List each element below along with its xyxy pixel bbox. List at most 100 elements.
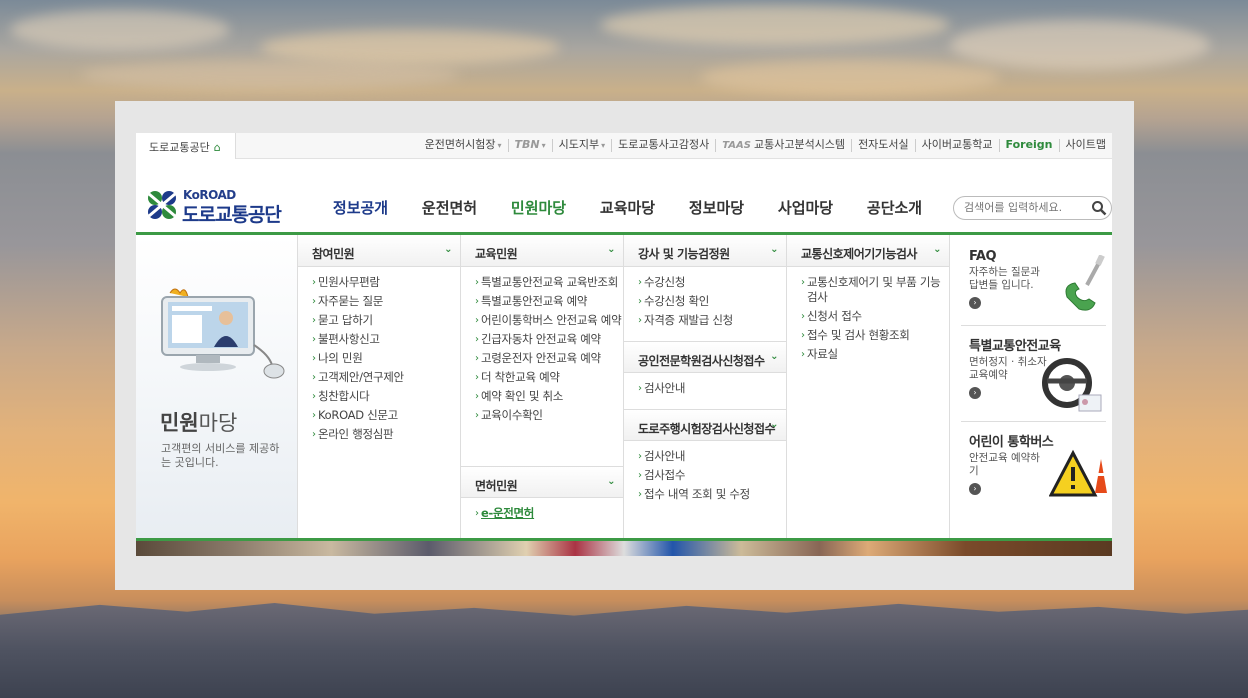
menu-item[interactable]: 검사안내 [638, 381, 786, 396]
link-branches[interactable]: 시도지부 [551, 139, 612, 152]
menu-item[interactable]: 자주묻는 질문 [312, 294, 460, 309]
column-header[interactable]: 교육민원 ⌄ [461, 235, 623, 267]
menu-item[interactable]: 접수 내역 조회 및 수정 [638, 487, 786, 502]
menu-item[interactable]: 예약 확인 및 취소 [475, 389, 623, 404]
promo-description: 안전교육 예약하기 [969, 452, 1040, 477]
menu-item[interactable]: 불편사항신고 [312, 332, 460, 347]
chevron-down-icon: ⌄ [607, 244, 615, 255]
website: 도로교통공단⌂ 운전면허시험장 TBN 시도지부 도로교통사고감정사 TAAS교… [136, 133, 1112, 556]
menu-column-participation: 참여민원 ⌄ 민원사무편람 자주묻는 질문 묻고 답하기 불편사항신고 나의 민원… [298, 235, 461, 538]
chevron-down-icon: ⌄ [444, 244, 452, 255]
menu-item[interactable]: 신청서 접수 [801, 309, 949, 324]
menu-item[interactable]: 수강신청 [638, 275, 786, 290]
more-arrow-icon[interactable]: › [969, 297, 981, 309]
nav-drivers-license[interactable]: 운전면허 [405, 197, 494, 218]
more-arrow-icon[interactable]: › [969, 483, 981, 495]
nav-civil-service[interactable]: 민원마당 [494, 197, 583, 218]
column-subheader[interactable]: 도로주행시험장검사신청접수 ⌄ [624, 409, 786, 441]
column-subheader[interactable]: 면허민원 ⌄ [461, 466, 623, 498]
promo-school-bus[interactable]: 어린이 통학버스 안전교육 예약하기 › [969, 431, 1109, 497]
menu-item[interactable]: 검사안내 [638, 449, 786, 464]
menu-item[interactable]: 긴급자동차 안전교육 예약 [475, 332, 623, 347]
steering-wheel-icon [1042, 358, 1102, 412]
menu-item[interactable]: 자격증 재발급 신청 [638, 313, 786, 328]
link-taas[interactable]: TAAS 교통사고분석시스템 [715, 139, 851, 152]
menu-item[interactable]: 교통신호제어기 및 부품 기능검사 [801, 275, 949, 305]
chevron-down-icon: ⌄ [933, 244, 941, 255]
menu-item[interactable]: 칭찬합시다 [312, 389, 460, 404]
home-tab[interactable]: 도로교통공단 ⌂ [136, 133, 236, 159]
column-header-label: 교통신호제어기기능검사 [801, 247, 917, 261]
menu-item[interactable]: 고객제안/연구제안 [312, 370, 460, 385]
divider [961, 325, 1106, 326]
home-icon: ⌂ [213, 141, 221, 154]
menu-item[interactable]: 접수 및 검사 현황조회 [801, 328, 949, 343]
search-box [953, 196, 1112, 220]
utility-links: 운전면허시험장 TBN 시도지부 도로교통사고감정사 TAAS교통사고분석시스템… [419, 139, 1112, 152]
promo-faq[interactable]: FAQ 자주하는 질문과 답변들 입니다. › [969, 249, 1109, 311]
cloud [600, 5, 950, 45]
nav-info-disclosure[interactable]: 정보공개 [316, 197, 405, 218]
menu-item[interactable]: KoROAD 신문고 [312, 408, 460, 423]
divider [961, 421, 1106, 422]
column-subheader[interactable]: 공인전문학원검사신청접수 ⌄ [624, 341, 786, 373]
column-header[interactable]: 교통신호제어기기능검사 ⌄ [787, 235, 949, 267]
more-arrow-icon[interactable]: › [969, 387, 981, 399]
section-intro: 민원마당 고객편의 서비스를 제공하는 곳입니다. [136, 235, 298, 538]
link-e-library[interactable]: 전자도서실 [851, 139, 915, 152]
cloud [80, 60, 460, 90]
logo-korean: 도로교통공단 [182, 204, 282, 226]
menu-item[interactable]: 묻고 답하기 [312, 313, 460, 328]
promo-title: 어린이 통학버스 [969, 435, 1054, 450]
menu-item[interactable]: 수강신청 확인 [638, 294, 786, 309]
link-test-center[interactable]: 운전면허시험장 [419, 139, 508, 152]
link-accident-appraiser[interactable]: 도로교통사고감정사 [611, 139, 715, 152]
menu-item[interactable]: 온라인 행정심판 [312, 427, 460, 442]
menu-item[interactable]: 자료실 [801, 347, 949, 362]
nav-information[interactable]: 정보마당 [672, 197, 761, 218]
menu-column-signal-inspection: 교통신호제어기기능검사 ⌄ 교통신호제어기 및 부품 기능검사 신청서 접수 접수… [787, 235, 950, 538]
cloud [700, 60, 1000, 95]
mega-menu: 민원마당 고객편의 서비스를 제공하는 곳입니다. 참여민원 ⌄ 민원사무편람 자… [136, 235, 1112, 538]
menu-column-instructors: 강사 및 기능검정원 ⌄ 수강신청 수강신청 확인 자격증 재발급 신청 공인전문… [624, 235, 787, 538]
menu-item[interactable]: 어린이통학버스 안전교육 예약 [475, 313, 623, 328]
promo-title: 특별교통안전교육 [969, 339, 1061, 354]
column-subheader-label: 도로주행시험장검사신청접수 [638, 422, 776, 436]
nav-education[interactable]: 교육마당 [583, 197, 672, 218]
nav-business[interactable]: 사업마당 [761, 197, 850, 218]
link-foreign[interactable]: Foreign [998, 139, 1059, 152]
column-subheader-label: 공인전문학원검사신청접수 [638, 354, 765, 368]
link-cyber-school[interactable]: 사이버교통학교 [914, 139, 999, 152]
link-tbn[interactable]: TBN [507, 139, 552, 152]
column-header[interactable]: 참여민원 ⌄ [298, 235, 460, 267]
menu-item[interactable]: 나의 민원 [312, 351, 460, 366]
chevron-down-icon: ⌄ [607, 476, 615, 487]
hero-image-strip [136, 541, 1112, 556]
menu-item[interactable]: 더 착한교육 예약 [475, 370, 623, 385]
menu-item[interactable]: 고령운전자 안전교육 예약 [475, 351, 623, 366]
chevron-down-icon: ⌄ [770, 244, 778, 255]
home-tab-label: 도로교통공단 [149, 141, 210, 154]
menu-item[interactable]: 교육이수확인 [475, 408, 623, 423]
menu-item[interactable]: 특별교통안전교육 예약 [475, 294, 623, 309]
promo-special-education[interactable]: 특별교통안전교육 면허정지 · 취소자 교육예약 › [969, 335, 1109, 412]
cloud [950, 20, 1210, 70]
column-subheader-label: 면허민원 [475, 479, 518, 493]
section-title-bold: 민원 [160, 411, 199, 435]
search-icon[interactable] [1091, 200, 1107, 216]
phone-handset-icon [1065, 255, 1105, 311]
column-header[interactable]: 강사 및 기능검정원 ⌄ [624, 235, 786, 267]
chevron-down-icon: ⌄ [770, 351, 778, 362]
menu-item[interactable]: e-운전면허 [475, 506, 623, 521]
menu-item[interactable]: 민원사무편람 [312, 275, 460, 290]
koroad-logo[interactable]: KoROAD 도로교통공단 [145, 188, 295, 226]
nav-about[interactable]: 공단소개 [850, 197, 939, 218]
section-title-light: 마당 [198, 411, 238, 435]
menu-item[interactable]: 특별교통안전교육 교육반조회 [475, 275, 623, 290]
mountain-silhouette [0, 602, 1248, 698]
promo-panel: FAQ 자주하는 질문과 답변들 입니다. › 특별교통안전교육 면허정지 · … [951, 235, 1112, 538]
search-input[interactable] [964, 201, 1082, 214]
menu-item[interactable]: 검사접수 [638, 468, 786, 483]
link-sitemap[interactable]: 사이트맵 [1058, 139, 1112, 152]
main-nav: 정보공개 운전면허 민원마당 교육마당 정보마당 사업마당 공단소개 [316, 197, 939, 218]
